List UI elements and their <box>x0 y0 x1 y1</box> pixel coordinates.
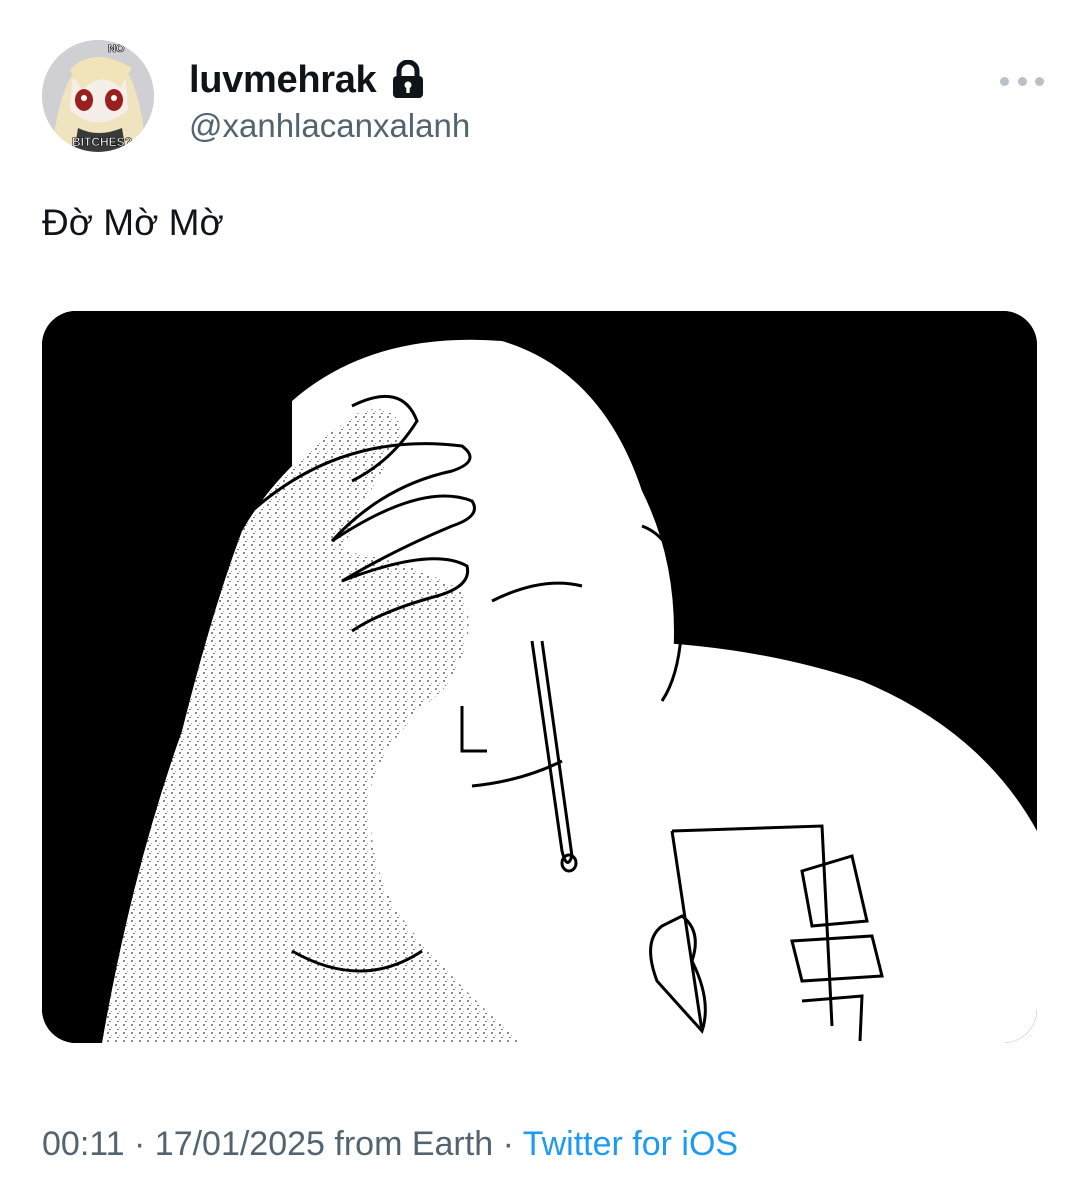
lock-icon <box>390 59 426 100</box>
tweet-date[interactable]: 17/01/2025 <box>155 1125 325 1163</box>
more-horizontal-icon-dot <box>1017 76 1027 86</box>
avatar-caption-top: NO <box>108 43 125 55</box>
tweet-source-link[interactable]: Twitter for iOS <box>523 1125 738 1163</box>
avatar[interactable]: NO BITCHES? <box>42 40 154 152</box>
more-horizontal-icon-dot <box>1035 76 1044 86</box>
avatar-caption-bottom: BITCHES? <box>72 135 132 149</box>
more-horizontal-icon <box>1000 76 1009 86</box>
tweet-metadata: 00:11 · 17/01/2025 from Earth · Twitter … <box>42 1122 738 1166</box>
crying-man-drawing <box>42 311 1037 1043</box>
avatar-image: NO BITCHES? <box>42 40 154 152</box>
meta-separator: · <box>493 1125 523 1163</box>
tweet-text: Đờ Mờ Mờ <box>42 202 224 243</box>
tweet-location: from Earth <box>324 1125 494 1163</box>
more-options-button[interactable] <box>1000 66 1044 96</box>
display-name[interactable]: luvmehrak <box>189 58 377 102</box>
tweet-time[interactable]: 00:11 <box>42 1125 125 1163</box>
user-handle[interactable]: @xanhlacanxalanh <box>189 106 470 146</box>
meta-separator: · <box>124 1125 155 1163</box>
name-row: luvmehrak <box>189 58 426 102</box>
tweet-media-image[interactable] <box>42 311 1037 1043</box>
tweet: NO BITCHES? luvmehrak @xanhlacanxalanh Đ… <box>0 0 1080 1201</box>
